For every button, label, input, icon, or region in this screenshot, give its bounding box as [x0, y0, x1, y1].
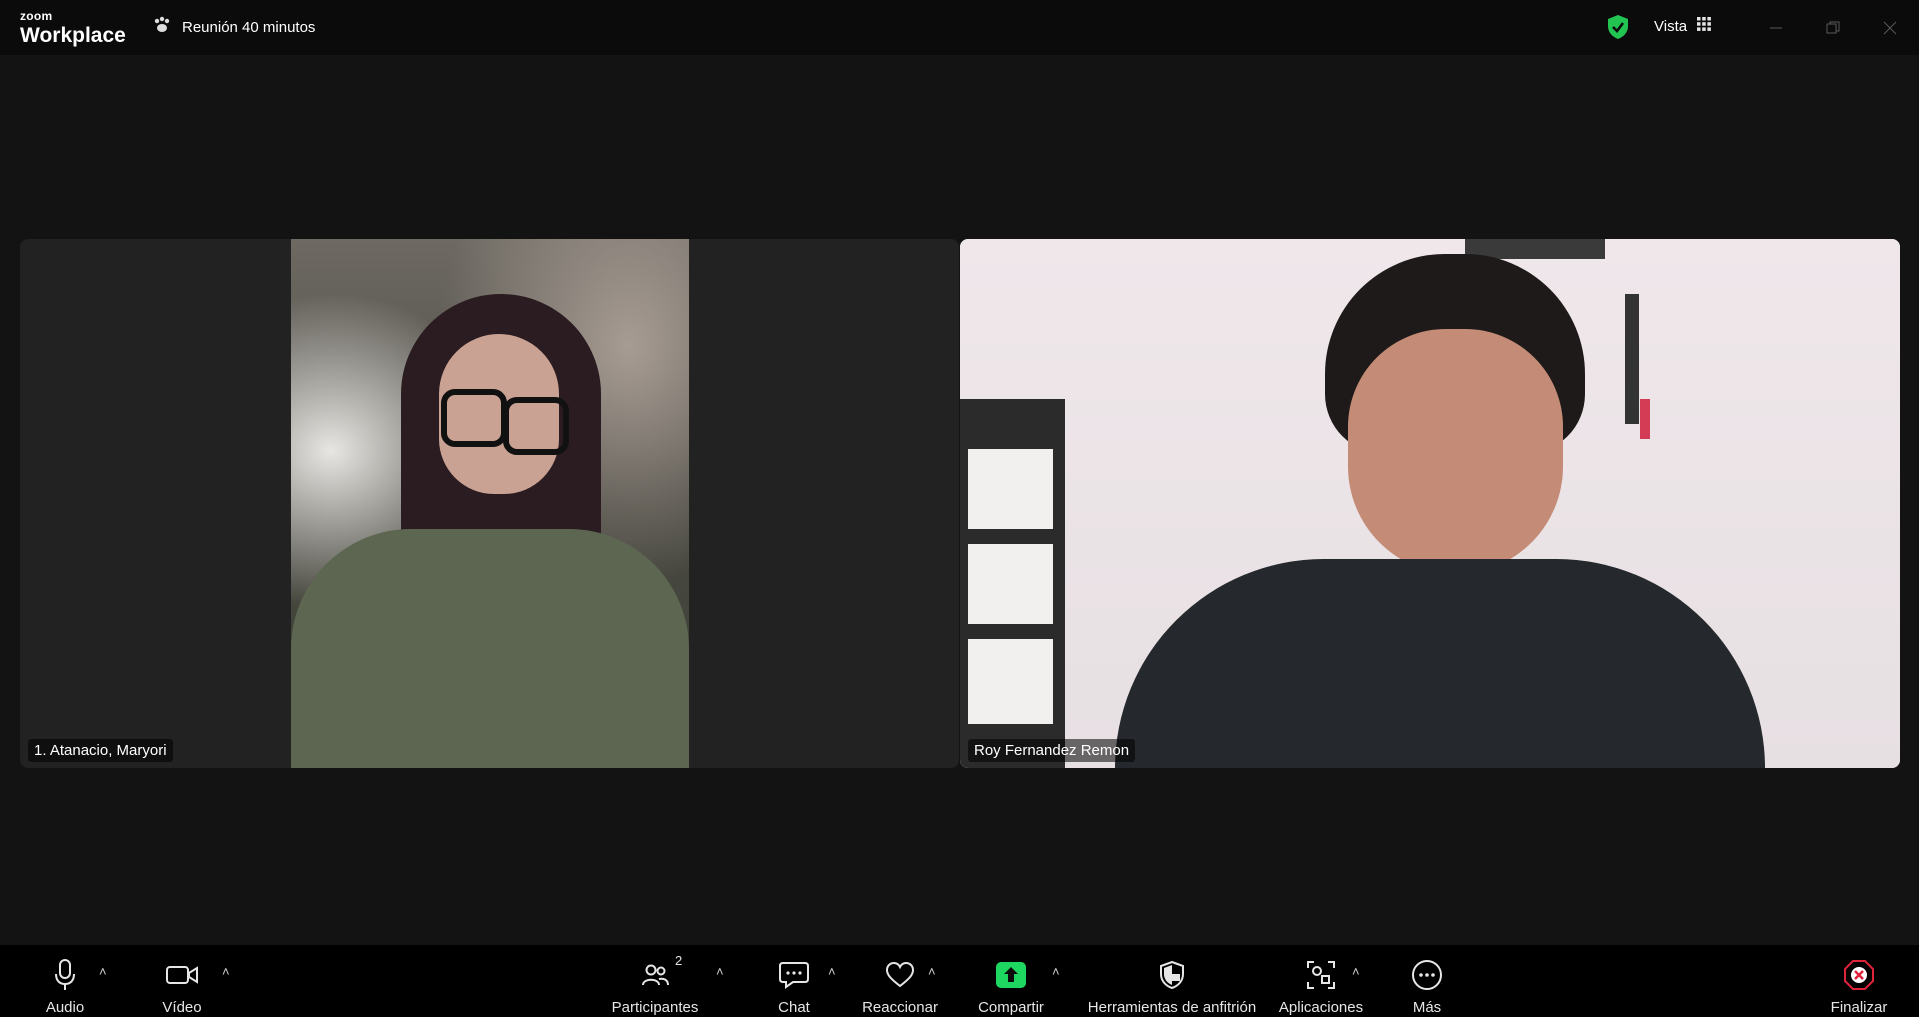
video-feed-maryori	[291, 239, 689, 768]
video-button[interactable]: Vídeo	[158, 945, 206, 1017]
close-icon[interactable]	[1876, 14, 1904, 42]
restore-icon[interactable]	[1819, 14, 1847, 42]
meeting-toolbar: Audio ˄ Vídeo ˄ 2 Participantes ˄ Chat ˄…	[0, 945, 1919, 1017]
zoom-logo: zoom Workplace	[20, 10, 126, 46]
apps-button[interactable]: Aplicaciones	[1278, 945, 1364, 1017]
participants-button[interactable]: 2 Participantes	[608, 945, 702, 1017]
participants-icon: 2	[641, 953, 682, 995]
view-label: Vista	[1654, 17, 1688, 35]
participants-label: Participantes	[611, 999, 699, 1016]
brand-small: zoom	[20, 9, 53, 23]
participant-name-label: Roy Fernandez Remon	[968, 739, 1136, 762]
react-label: Reaccionar	[862, 999, 938, 1016]
audio-label: Audio	[45, 999, 85, 1016]
participants-options-caret[interactable]: ˄	[716, 964, 724, 979]
heart-icon	[885, 955, 915, 995]
react-options-caret[interactable]: ˄	[928, 964, 936, 979]
video-feed-roy	[960, 239, 1900, 768]
chat-options-caret[interactable]: ˄	[828, 964, 836, 979]
audio-button[interactable]: Audio	[40, 945, 90, 1017]
apps-options-caret[interactable]: ˄	[1352, 964, 1360, 979]
share-options-caret[interactable]: ˄	[1052, 964, 1060, 979]
video-label: Vídeo	[162, 999, 202, 1016]
share-arrow-icon	[996, 955, 1026, 995]
participant-name-label: 1. Atanacio, Maryori	[28, 739, 173, 762]
title-bar: zoom Workplace Reunión 40 minutos Vista	[0, 0, 1919, 55]
minimize-icon[interactable]	[1762, 14, 1790, 42]
shield-check-icon[interactable]	[1606, 14, 1630, 45]
host-shield-icon	[1159, 955, 1185, 995]
more-icon	[1411, 955, 1443, 995]
share-button[interactable]: Compartir	[974, 945, 1048, 1017]
grid-icon	[1697, 17, 1711, 35]
participants-count: 2	[675, 953, 683, 968]
react-button[interactable]: Reaccionar	[858, 945, 942, 1017]
more-button[interactable]: Más	[1405, 945, 1449, 1017]
meeting-title: Reunión 40 minutos	[182, 18, 316, 36]
end-label: Finalizar	[1830, 999, 1888, 1016]
brand-big: Workplace	[20, 24, 126, 47]
apps-icon	[1306, 955, 1336, 995]
view-button[interactable]: Vista	[1654, 17, 1711, 35]
video-tile-maryori[interactable]: 1. Atanacio, Maryori	[20, 239, 959, 768]
share-label: Compartir	[978, 999, 1044, 1016]
chat-button[interactable]: Chat	[766, 945, 822, 1017]
apps-label: Aplicaciones	[1278, 999, 1364, 1016]
end-meeting-button[interactable]: Finalizar	[1824, 945, 1894, 1017]
video-options-caret[interactable]: ˄	[222, 964, 230, 979]
host-tools-label: Herramientas de anfitrión	[1087, 999, 1257, 1016]
end-icon	[1844, 955, 1874, 995]
chat-label: Chat	[778, 999, 810, 1016]
microphone-icon	[54, 955, 76, 995]
camera-icon	[166, 955, 198, 995]
audio-options-caret[interactable]: ˄	[99, 964, 107, 979]
paw-icon	[152, 15, 172, 39]
host-tools-button[interactable]: Herramientas de anfitrión	[1082, 945, 1262, 1017]
video-tile-roy[interactable]: Roy Fernandez Remon	[960, 239, 1900, 768]
more-label: Más	[1412, 999, 1442, 1016]
chat-icon	[779, 955, 809, 995]
meeting-info[interactable]: Reunión 40 minutos	[152, 16, 315, 38]
